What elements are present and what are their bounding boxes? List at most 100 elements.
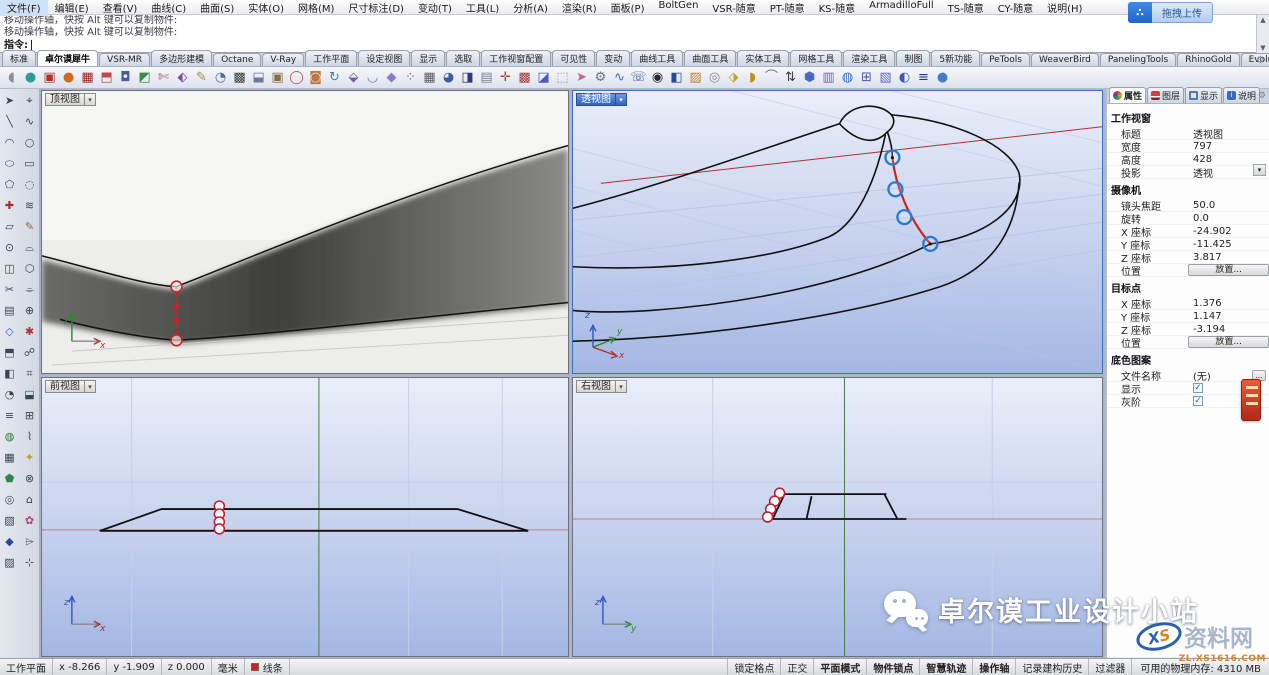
show-checkbox[interactable]: ✓ — [1193, 383, 1203, 393]
viewport-front[interactable]: z x 前视图 ▾ — [41, 377, 569, 657]
toolbar-icon[interactable]: ⌒ — [762, 68, 781, 87]
sidebar-tool-icon[interactable]: ⌓ — [21, 239, 39, 257]
toolbar-icon[interactable]: ▤ — [477, 68, 496, 87]
toolbar-icon[interactable]: ◔ — [211, 68, 230, 87]
property-value[interactable]: 透视图 — [1193, 126, 1269, 141]
menu-item[interactable]: 文件(F) — [0, 0, 48, 16]
sidebar-tool-icon[interactable]: ╲ — [1, 113, 19, 131]
property-value[interactable]: -11.425 — [1193, 239, 1269, 250]
toolbar-tab[interactable]: 工作平面 — [305, 50, 357, 66]
curve[interactable] — [100, 509, 528, 531]
curve[interactable] — [573, 106, 1020, 341]
sidebar-tool-icon[interactable]: ◆ — [1, 533, 19, 551]
sidebar-tool-icon[interactable]: ∿ — [21, 113, 39, 131]
toolbar-icon[interactable]: ⬒ — [97, 68, 116, 87]
property-value[interactable]: 3.817 — [1193, 252, 1269, 263]
chevron-down-icon[interactable]: ▾ — [85, 93, 96, 106]
sidebar-tool-icon[interactable]: ⊞ — [21, 407, 39, 425]
toolbar-tab[interactable]: 实体工具 — [737, 50, 789, 66]
sidebar-tool-icon[interactable]: ⌗ — [21, 365, 39, 383]
toolbar-tab[interactable]: 曲面工具 — [684, 50, 736, 66]
toolbar-icon[interactable]: ◘ — [116, 68, 135, 87]
toolbar-icon[interactable]: ▨ — [686, 68, 705, 87]
toolbar-tab[interactable]: 设定视图 — [358, 50, 410, 66]
sidebar-tool-icon[interactable]: ▱ — [1, 218, 19, 236]
control-points[interactable] — [214, 501, 224, 534]
sidebar-tool-icon[interactable]: ⬠ — [1, 176, 19, 194]
sidebar-tool-icon[interactable]: ▦ — [1, 449, 19, 467]
sidebar-tool-icon[interactable]: ⬒ — [1, 344, 19, 362]
toolbar-icon[interactable]: ▩ — [515, 68, 534, 87]
toolbar-icon[interactable]: ⬙ — [344, 68, 363, 87]
menu-item[interactable]: 尺寸标注(D) — [341, 0, 411, 16]
sidebar-tool-icon[interactable]: ✱ — [21, 323, 39, 341]
toolbar-icon[interactable]: ∿ — [610, 68, 629, 87]
sidebar-tool-icon[interactable]: ✎ — [21, 218, 39, 236]
command-area[interactable]: 移动操作轴，快按 Alt 键可以复制物件: 移动操作轴，快按 Alt 键可以复制… — [0, 15, 1269, 53]
toolbar-icon[interactable]: ✎ — [192, 68, 211, 87]
sidebar-tool-icon[interactable]: ⊕ — [21, 302, 39, 320]
toolbar-tab[interactable]: 可见性 — [552, 50, 595, 66]
toolbar-tab[interactable]: Octane — [213, 53, 261, 66]
sidebar-tool-icon[interactable]: ▤ — [1, 302, 19, 320]
menu-item[interactable]: 说明(H) — [1040, 0, 1089, 16]
property-value[interactable]: 50.0 — [1193, 200, 1269, 211]
toolbar-icon[interactable]: ⬗ — [724, 68, 743, 87]
toolbar-tab[interactable]: 标准 — [2, 50, 36, 66]
menu-item[interactable]: 查看(V) — [96, 0, 145, 16]
scroll-down-icon[interactable]: ▼ — [1260, 43, 1265, 53]
sidebar-tool-icon[interactable]: ⌲ — [21, 533, 39, 551]
status-toggle[interactable]: 物件锁点 — [867, 659, 920, 675]
menu-item[interactable]: BoltGen — [652, 0, 706, 16]
sidebar-tool-icon[interactable]: ✚ — [1, 197, 19, 215]
sidebar-tool-icon[interactable]: ➤ — [1, 92, 19, 110]
toolbar-icon[interactable]: ◖ — [2, 68, 21, 87]
status-cell[interactable]: z 0.000 — [162, 659, 212, 675]
current-layer-cell[interactable]: 线条 — [245, 659, 290, 675]
curve[interactable] — [773, 494, 907, 519]
toolbar-icon[interactable]: ● — [933, 68, 952, 87]
sidebar-tool-icon[interactable]: ≋ — [21, 197, 39, 215]
toolbar-icon[interactable]: ◧ — [667, 68, 686, 87]
menu-item[interactable]: ArmadilloFull — [862, 0, 941, 16]
toolbar-tab[interactable]: PeTools — [981, 53, 1030, 66]
toolbar-tab[interactable]: 曲线工具 — [631, 50, 683, 66]
sidebar-tool-icon[interactable]: ◍ — [1, 428, 19, 446]
sidebar-tool-icon[interactable]: ⌇ — [21, 428, 39, 446]
sidebar-tool-icon[interactable]: ▧ — [1, 512, 19, 530]
toolbar-icon[interactable]: ➤ — [572, 68, 591, 87]
toolbar-icon[interactable]: ◉ — [648, 68, 667, 87]
control-point[interactable] — [171, 281, 182, 292]
chevron-down-icon[interactable]: ▾ — [616, 93, 627, 106]
toolbar-tab[interactable]: 卓尔谟犀牛 — [37, 50, 98, 66]
viewport-title-label[interactable]: 顶视图 — [45, 93, 85, 106]
sidebar-tool-icon[interactable]: ◫ — [1, 260, 19, 278]
toolbar-icon[interactable]: ◩ — [135, 68, 154, 87]
sidebar-tool-icon[interactable]: ✂ — [1, 281, 19, 299]
menu-item[interactable]: 分析(A) — [506, 0, 555, 16]
menu-item[interactable]: 网格(M) — [291, 0, 341, 16]
toolbar-tab[interactable]: 变动 — [596, 50, 630, 66]
tab-properties[interactable]: 属性 — [1109, 87, 1146, 103]
status-cell[interactable]: x -8.266 — [53, 659, 107, 675]
toolbar-icon[interactable]: ⬢ — [800, 68, 819, 87]
toolbar-icon[interactable]: ◐ — [895, 68, 914, 87]
toolbar-icon[interactable]: ▣ — [40, 68, 59, 87]
menu-item[interactable]: 编辑(E) — [48, 0, 96, 16]
menu-item[interactable]: VSR-随意 — [705, 0, 762, 16]
toolbar-icon[interactable]: ◆ — [382, 68, 401, 87]
toolbar-icon[interactable]: ◯ — [287, 68, 306, 87]
toolbar-icon[interactable]: ⬖ — [173, 68, 192, 87]
gear-icon[interactable]: ⚙ — [1256, 55, 1265, 66]
toolbar-tab[interactable]: 选取 — [446, 50, 480, 66]
toolbar-icon[interactable]: ▧ — [876, 68, 895, 87]
toolbar-icon[interactable]: ▣ — [268, 68, 287, 87]
menu-item[interactable]: CY-随意 — [991, 0, 1040, 16]
place-button[interactable]: 放置... — [1188, 336, 1269, 348]
sidebar-tool-icon[interactable]: ◎ — [1, 491, 19, 509]
status-cell[interactable]: 毫米 — [212, 659, 245, 675]
viewport-title-label[interactable]: 透视图 — [576, 93, 616, 106]
sidebar-tool-icon[interactable]: ◧ — [1, 365, 19, 383]
toolbar-tab[interactable]: 5新功能 — [931, 50, 980, 66]
viewport-top[interactable]: y x 顶视图 ▾ — [41, 90, 569, 374]
